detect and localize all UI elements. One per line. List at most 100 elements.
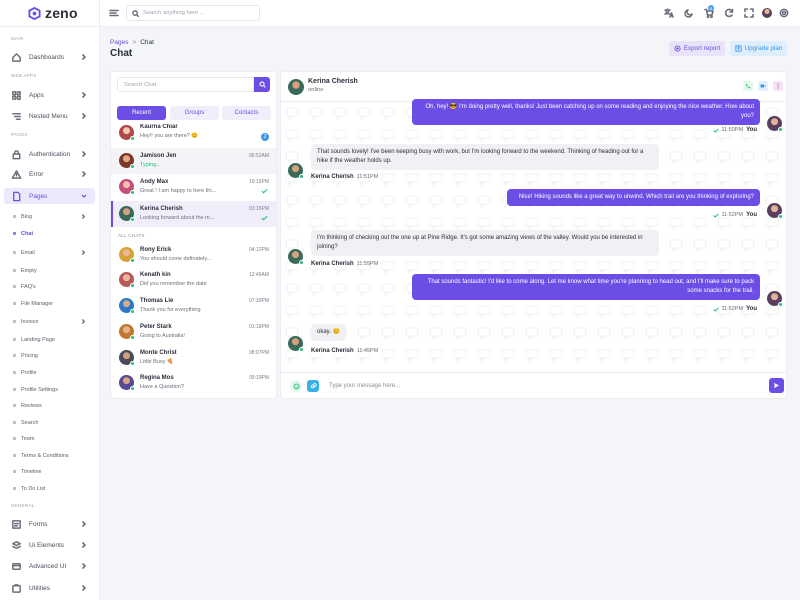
tab-recent[interactable]: Recent (117, 106, 166, 120)
chat-row[interactable]: Jamison Jen Typing... 06:52AM (111, 148, 276, 174)
sidebar-subitem-blog[interactable]: Blog (13, 211, 97, 222)
sidebar-subitem-label: Profile Settings (21, 386, 58, 393)
settings-icon[interactable] (779, 8, 789, 18)
sidebar-subitem-empty[interactable]: Empty (13, 265, 97, 276)
chat-name: Andy Max (140, 179, 169, 185)
user-avatar[interactable] (762, 8, 772, 18)
sidebar-subitem-todo[interactable]: To Do List (13, 483, 97, 494)
sidebar-item-advanced-ui[interactable]: Advanced UI (4, 558, 95, 574)
moon-icon[interactable] (684, 8, 694, 18)
sidebar-item-label: Error (29, 170, 44, 178)
chat-row[interactable]: Kaurna Chiar Hey!! you are there? 😊 2 (111, 124, 276, 145)
message-time: 11:55PM (356, 261, 379, 267)
chat-row[interactable]: Peter Stark Going to Australia! 01:18PM (111, 319, 276, 345)
menu-toggle-icon[interactable] (109, 8, 119, 18)
chat-row[interactable]: Regina Mos Have a Question? 09:19PM (111, 370, 276, 396)
online-indicator (299, 347, 304, 352)
contact-avatar (288, 336, 304, 352)
sidebar-subitem-timeline[interactable]: Timeline (13, 466, 97, 477)
chevron-right-icon (82, 250, 85, 255)
emoji-button[interactable] (290, 380, 302, 392)
tab-contacts[interactable]: Contacts (222, 106, 271, 120)
send-button[interactable] (769, 378, 784, 393)
sidebar-subitem-label: Timeline (21, 468, 42, 475)
sidebar-item-label: Authentication (29, 150, 71, 158)
sidebar-subitem-email[interactable]: Email (13, 247, 97, 258)
sidebar-subitem-label: Terms & Conditions (21, 452, 69, 459)
sidebar-item-ui-elements[interactable]: Ui Elements (4, 537, 95, 553)
bullet-icon (13, 354, 16, 357)
cart-count-badge: 5 (708, 5, 714, 11)
more-options-button[interactable] (773, 81, 783, 91)
sidebar-item-error[interactable]: Error (4, 166, 95, 182)
online-indicator (130, 217, 135, 222)
sidebar-subitem-team[interactable]: Team (13, 433, 97, 444)
sidebar-item-dashboards[interactable]: Dashboards (4, 49, 95, 65)
sidebar-item-nested-menu[interactable]: Nested Menu (4, 108, 95, 124)
more-vertical-icon (777, 83, 779, 89)
send-icon (773, 382, 780, 389)
sidebar-subitem-label: Pricing (21, 352, 38, 359)
fullscreen-icon[interactable] (744, 8, 754, 18)
logo[interactable]: zeno (0, 0, 99, 27)
chat-row[interactable]: Thomas Lie Thank you for everything 07:3… (111, 293, 276, 319)
chevron-right-icon (82, 521, 86, 527)
chat-search-button[interactable] (254, 77, 270, 92)
sidebar-subitem-chat[interactable]: Chat (13, 228, 97, 239)
sidebar-subitem-terms[interactable]: Terms & Conditions (13, 450, 97, 461)
chat-time: 10:15PM (248, 179, 269, 185)
breadcrumb-link-pages[interactable]: Pages (110, 39, 128, 46)
advanced-icon (12, 562, 21, 570)
attachment-button[interactable] (307, 380, 319, 392)
sidebar-item-forms[interactable]: Forms (4, 516, 95, 532)
bullet-icon (13, 421, 16, 424)
sidebar-subitem-profile[interactable]: Profile (13, 367, 97, 378)
unread-count-badge: 2 (261, 133, 269, 141)
sidebar-subitem-search[interactable]: Search (13, 417, 97, 428)
sidebar-subitem-profile-settings[interactable]: Profile Settings (13, 384, 97, 395)
sidebar-item-label: Advanced UI (29, 562, 67, 570)
bullet-icon (13, 251, 16, 254)
read-check-icon (712, 213, 719, 218)
upgrade-plan-button[interactable]: Upgrade plan (730, 41, 787, 56)
sidebar-subitem-landing-page[interactable]: Landing Page (13, 334, 97, 345)
online-indicator (130, 164, 135, 169)
message-bubble-incoming: That sounds lovely! I've been keeping bu… (311, 144, 659, 170)
bullet-icon (13, 215, 16, 218)
read-check-icon (261, 215, 268, 221)
tab-groups[interactable]: Groups (170, 106, 219, 120)
chat-preview: Did you remember the date (140, 281, 207, 287)
chat-row[interactable]: Andy Max Great ! I am happy to here thi.… (111, 174, 276, 200)
online-indicator (130, 258, 135, 263)
sidebar-item-pages[interactable]: Pages (4, 188, 95, 204)
export-report-button[interactable]: Export report (669, 41, 725, 56)
refresh-icon[interactable] (724, 8, 734, 18)
message-input[interactable]: Type your message here... (323, 378, 766, 394)
sidebar-item-utilities[interactable]: Utilities (4, 580, 95, 596)
chat-preview: You should come definately... (140, 256, 212, 262)
sidebar-item-authentication[interactable]: Authentication (4, 146, 95, 162)
call-button[interactable] (743, 81, 753, 91)
sidebar-subitem-faqs[interactable]: FAQ's (13, 281, 97, 292)
chat-window: Kerina Cherish online Oh, hey! 😎 I'm doi… (280, 71, 787, 399)
video-call-button[interactable] (758, 81, 768, 91)
sidebar-subitem-file-manager[interactable]: File Manager (13, 298, 97, 309)
sidebar-subitem-label: Reviews (21, 402, 42, 409)
chat-row[interactable]: Kenath kin Did you remember the date 12:… (111, 267, 276, 293)
sidebar-item-label: Pages (29, 192, 48, 200)
avatar (119, 298, 135, 314)
global-search-input[interactable]: Search anything here ... (126, 5, 260, 21)
chevron-right-icon (82, 92, 86, 98)
message-meta: 11:52PM You (712, 306, 757, 312)
chat-row[interactable]: Monte Christ Little Busy 🍕 08:07PM (111, 345, 276, 371)
chat-row-active[interactable]: Kerina Cherish Looking forward about the… (111, 201, 276, 227)
sidebar-item-apps[interactable]: Apps (4, 87, 95, 103)
translate-icon[interactable] (664, 8, 674, 18)
sidebar-subitem-reviews[interactable]: Reviews (13, 400, 97, 411)
chat-row[interactable]: Rony Erick You should come definately...… (111, 242, 276, 268)
sidebar-subitem-invoice[interactable]: Invoice (13, 316, 97, 327)
sender-label: Kerina Cherish (311, 261, 354, 267)
chat-preview: Little Busy 🍕 (140, 359, 174, 365)
sidebar-subitem-pricing[interactable]: Pricing (13, 350, 97, 361)
chat-search-input[interactable]: Search Chat (117, 77, 254, 92)
